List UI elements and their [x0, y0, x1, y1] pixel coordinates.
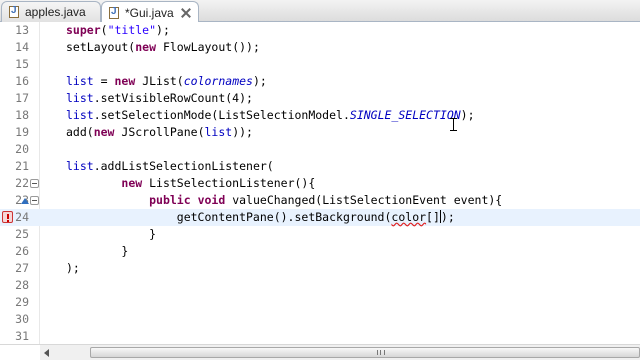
- code-line[interactable]: 22 new ListSelectionListener(){: [0, 175, 640, 192]
- line-number: 16: [15, 74, 29, 88]
- scrollbar-gutter-spacer: [0, 345, 40, 360]
- code-line[interactable]: 23 public void valueChanged(ListSelectio…: [0, 192, 640, 209]
- code-line[interactable]: 24 getContentPane().setBackground(color[…: [0, 209, 640, 226]
- code-line[interactable]: 16 list = new JList(colornames);: [0, 73, 640, 90]
- fold-collapse-icon[interactable]: [30, 196, 39, 205]
- code-line[interactable]: 20: [0, 141, 640, 158]
- code-text: list.setSelectionMode(ListSelectionModel…: [66, 108, 475, 122]
- scrollbar-thumb[interactable]: [90, 347, 640, 358]
- code-text: }: [66, 227, 157, 241]
- scrollbar-grip-icon: [377, 350, 385, 355]
- fold-collapse-icon[interactable]: [30, 179, 39, 188]
- code-line[interactable]: 31: [0, 328, 640, 345]
- code-text: public void valueChanged(ListSelectionEv…: [149, 193, 503, 207]
- editor-tab-bar: J apples.java J *Gui.java: [0, 0, 640, 23]
- code-line[interactable]: 30: [0, 311, 640, 328]
- line-number: 15: [15, 57, 29, 71]
- line-number: 27: [15, 261, 29, 275]
- tab-apples-java[interactable]: J apples.java: [1, 1, 101, 22]
- line-number: 18: [15, 108, 29, 122]
- code-line[interactable]: 15: [0, 56, 640, 73]
- line-number: 13: [15, 23, 29, 37]
- code-text: super("title");: [66, 23, 170, 37]
- line-number: 29: [15, 295, 29, 309]
- line-number: 19: [15, 125, 29, 139]
- horizontal-scrollbar[interactable]: [0, 344, 640, 360]
- scroll-left-arrow-icon[interactable]: [44, 349, 49, 357]
- override-marker-icon[interactable]: [21, 198, 29, 204]
- line-number: 25: [15, 227, 29, 241]
- code-line[interactable]: 29: [0, 294, 640, 311]
- code-text: list = new JList(colornames);: [66, 74, 267, 88]
- code-text: }: [66, 244, 129, 258]
- code-line[interactable]: 14 setLayout(new FlowLayout());: [0, 39, 640, 56]
- code-line[interactable]: 13 super("title");: [0, 22, 640, 39]
- line-number: 26: [15, 244, 29, 258]
- code-text: list.setVisibleRowCount(4);: [66, 91, 253, 105]
- code-line[interactable]: 18 list.setSelectionMode(ListSelectionMod…: [0, 107, 640, 124]
- code-text: add(new JScrollPane(list));: [66, 125, 253, 139]
- java-file-icon: J: [8, 5, 20, 18]
- tab-label: *Gui.java: [125, 5, 174, 20]
- line-number: 21: [15, 159, 29, 173]
- code-line[interactable]: 19 add(new JScrollPane(list));: [0, 124, 640, 141]
- code-text: setLayout(new FlowLayout());: [66, 40, 260, 54]
- line-number: 28: [15, 278, 29, 292]
- code-text: );: [66, 261, 80, 275]
- line-number: 31: [15, 329, 29, 343]
- code-text: list.addListSelectionListener(: [66, 159, 274, 173]
- mouse-ibeam-cursor-icon: [450, 118, 457, 131]
- code-text: new ListSelectionListener(){: [121, 176, 316, 190]
- code-text: getContentPane().setBackground(color[]);: [66, 210, 455, 224]
- code-line[interactable]: 25 }: [0, 226, 640, 243]
- code-line[interactable]: 21 list.addListSelectionListener(: [0, 158, 640, 175]
- tab-gui-java[interactable]: J *Gui.java: [101, 1, 199, 23]
- line-number: 30: [15, 312, 29, 326]
- error-marker-icon[interactable]: [2, 211, 13, 223]
- code-line[interactable]: 26 }: [0, 243, 640, 260]
- line-number: 14: [15, 40, 29, 54]
- line-number: 20: [15, 142, 29, 156]
- line-number: 17: [15, 91, 29, 105]
- close-tab-icon[interactable]: [180, 7, 192, 19]
- code-editor[interactable]: 13 super("title"); 14 setLayout(new FlowLay…: [0, 22, 640, 344]
- code-line[interactable]: 27);: [0, 260, 640, 277]
- code-line[interactable]: 28: [0, 277, 640, 294]
- code-line[interactable]: 17 list.setVisibleRowCount(4);: [0, 90, 640, 107]
- java-file-icon: J: [108, 6, 120, 19]
- tab-label: apples.java: [25, 5, 86, 19]
- line-number: 22: [15, 176, 29, 190]
